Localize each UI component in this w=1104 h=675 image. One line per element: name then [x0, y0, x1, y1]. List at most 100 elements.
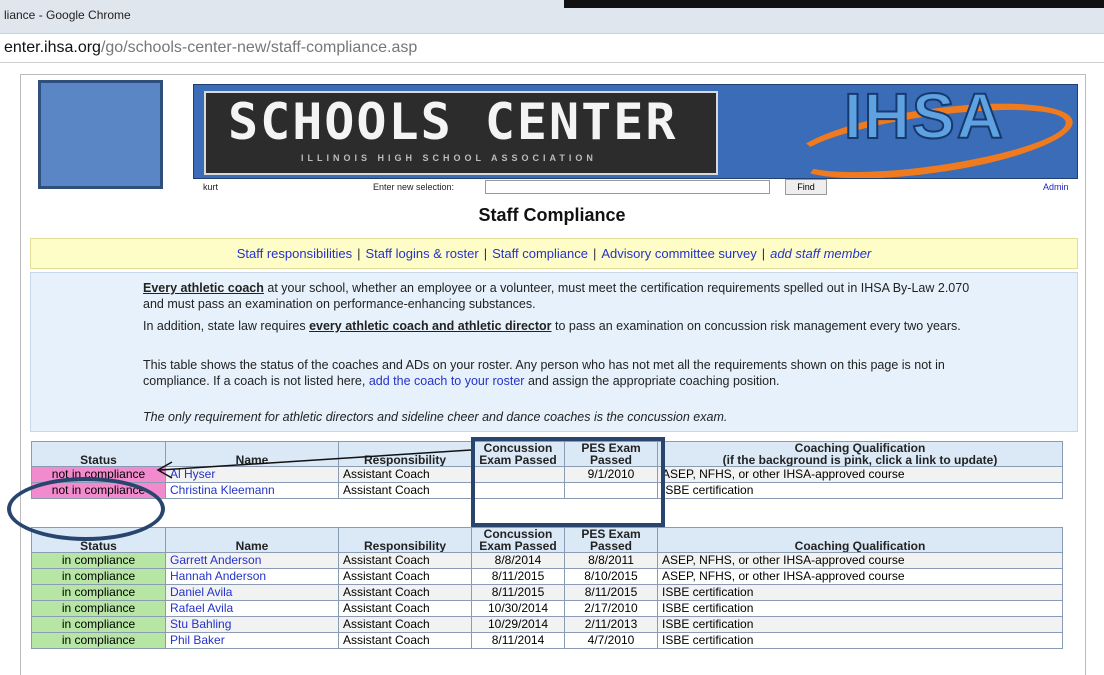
- col-responsibility: Responsibility: [338, 527, 472, 553]
- qualification-cell: ISBE certification: [657, 600, 1063, 617]
- pes-date-cell: 4/7/2010: [564, 632, 658, 649]
- responsibility-cell: Assistant Coach: [338, 568, 472, 585]
- add-coach-link[interactable]: add the coach to your roster: [369, 374, 525, 388]
- table-row: in compliance Daniel Avila Assistant Coach…: [31, 584, 1063, 601]
- coach-name-link[interactable]: Daniel Avila: [165, 584, 339, 601]
- responsibility-cell: Assistant Coach: [338, 584, 472, 601]
- qualification-cell: ISBE certification: [657, 632, 1063, 649]
- col-qualification: Coaching Qualification: [657, 527, 1063, 553]
- status-cell: in compliance: [31, 616, 166, 633]
- table-row: in compliance Rafael Avila Assistant Coach…: [31, 600, 1063, 617]
- info-text: and assign the appropriate coaching posi…: [524, 374, 780, 388]
- nav-separator: |: [761, 246, 766, 261]
- qualification-cell: ISBE certification: [657, 584, 1063, 601]
- table-row: in compliance Phil Baker Assistant Coach 8/…: [31, 632, 1063, 649]
- status-cell: in compliance: [31, 632, 166, 649]
- schools-center-banner[interactable]: SCHOOLS CENTER ILLINOIS HIGH SCHOOL ASSO…: [193, 84, 1078, 179]
- responsibility-cell: Assistant Coach: [338, 482, 472, 499]
- staff-nav-bar: Staff responsibilities | Staff logins & ro…: [30, 238, 1078, 269]
- url-host: enter.ihsa.org: [4, 39, 101, 56]
- coach-name-link[interactable]: Hannah Anderson: [165, 568, 339, 585]
- qualification-cell: ASEP, NFHS, or other IHSA-approved cours…: [657, 466, 1063, 483]
- nav-staff-compliance[interactable]: Staff compliance: [492, 246, 588, 261]
- compliant-body: in compliance Garrett Anderson Assistant C…: [31, 552, 1063, 649]
- annotation-highlight-ellipse: [7, 477, 165, 541]
- coach-name-link[interactable]: Garrett Anderson: [165, 552, 339, 569]
- concussion-date-cell: 8/11/2015: [471, 568, 565, 585]
- qualification-cell: ISBE certification: [657, 616, 1063, 633]
- url-path: /go/schools-center-new/staff-compliance.…: [100, 39, 418, 56]
- table-header-row: Status Name Responsibility Concussion Ex…: [31, 527, 1063, 553]
- col-name: Name: [165, 527, 339, 553]
- current-user: kurt: [203, 182, 219, 192]
- col-pes: PES Exam Passed: [564, 527, 658, 553]
- address-bar[interactable]: enter.ihsa.org/go/schools-center-new/sta…: [0, 34, 1104, 63]
- compliant-table: Status Name Responsibility Concussion Ex…: [31, 527, 1063, 649]
- banner-title-panel: SCHOOLS CENTER ILLINOIS HIGH SCHOOL ASSO…: [204, 91, 718, 175]
- responsibility-cell: Assistant Coach: [338, 466, 472, 483]
- responsibility-cell: Assistant Coach: [338, 616, 472, 633]
- table-row: in compliance Hannah Anderson Assistant Co…: [31, 568, 1063, 585]
- responsibility-cell: Assistant Coach: [338, 552, 472, 569]
- find-button[interactable]: Find: [785, 179, 827, 195]
- annotation-highlight-rect: [471, 437, 665, 527]
- nav-separator: |: [483, 246, 488, 261]
- coach-name-link[interactable]: Stu Bahling: [165, 616, 339, 633]
- school-logo-placeholder: [38, 80, 163, 189]
- status-cell: in compliance: [31, 568, 166, 585]
- col-qualification-note: (if the background is pink, click a link…: [722, 453, 998, 467]
- info-paragraph-1: Every athletic coach at your school, whe…: [143, 280, 973, 312]
- banner-title: SCHOOLS CENTER: [228, 93, 678, 151]
- info-paragraph-4: The only requirement for athletic direct…: [143, 410, 728, 424]
- qualification-cell: ASEP, NFHS, or other IHSA-approved cours…: [657, 552, 1063, 569]
- concussion-date-cell: 8/11/2015: [471, 584, 565, 601]
- col-status: Status: [31, 441, 166, 467]
- page-title: Staff Compliance: [478, 205, 626, 225]
- pes-date-cell: 8/11/2015: [564, 584, 658, 601]
- pes-date-cell: 8/8/2011: [564, 552, 658, 569]
- concussion-date-cell: 10/29/2014: [471, 616, 565, 633]
- ihsa-logo: IHSA: [843, 84, 1005, 153]
- info-bold-every-coach: Every athletic coach: [143, 281, 264, 295]
- pes-date-cell: 8/10/2015: [564, 568, 658, 585]
- concussion-date-cell: 8/11/2014: [471, 632, 565, 649]
- coach-name-link[interactable]: Phil Baker: [165, 632, 339, 649]
- nav-separator: |: [592, 246, 597, 261]
- status-cell: in compliance: [31, 552, 166, 569]
- col-name: Name: [165, 441, 339, 467]
- selection-label: Enter new selection:: [373, 182, 455, 192]
- pes-date-cell: 2/17/2010: [564, 600, 658, 617]
- table-row: in compliance Stu Bahling Assistant Coach 1…: [31, 616, 1063, 633]
- responsibility-cell: Assistant Coach: [338, 600, 472, 617]
- coach-name-link[interactable]: Rafael Avila: [165, 600, 339, 617]
- coach-name-link[interactable]: Christina Kleemann: [165, 482, 339, 499]
- concussion-date-cell: 8/8/2014: [471, 552, 565, 569]
- admin-link[interactable]: Admin: [1043, 182, 1069, 192]
- banner-subtitle: ILLINOIS HIGH SCHOOL ASSOCIATION: [301, 153, 597, 163]
- info-bold-coach-ad: every athletic coach and athletic direct…: [309, 319, 552, 333]
- selection-input[interactable]: [485, 180, 770, 194]
- concussion-date-cell: 10/30/2014: [471, 600, 565, 617]
- url-text[interactable]: enter.ihsa.org/go/schools-center-new/sta…: [4, 39, 417, 57]
- info-paragraph-3: This table shows the status of the coach…: [143, 357, 973, 389]
- selection-row: kurt Enter new selection: Find Admin: [193, 179, 1076, 196]
- qualification-cell: ASEP, NFHS, or other IHSA-approved cours…: [657, 568, 1063, 585]
- info-text: to pass an examination on concussion ris…: [551, 319, 961, 333]
- pes-date-cell: 2/11/2013: [564, 616, 658, 633]
- col-concussion: Concussion Exam Passed: [471, 527, 565, 553]
- col-qualification: Coaching Qualification (if the background…: [657, 441, 1063, 467]
- coach-name-link[interactable]: Al Hyser: [165, 466, 339, 483]
- nav-add-staff-member[interactable]: add staff member: [770, 246, 871, 261]
- nav-advisory-survey[interactable]: Advisory committee survey: [601, 246, 756, 261]
- nav-separator: |: [357, 246, 361, 261]
- compliance-info-box: Every athletic coach at your school, whe…: [30, 272, 1078, 432]
- status-cell: in compliance: [31, 600, 166, 617]
- responsibility-cell: Assistant Coach: [338, 632, 472, 649]
- info-text: In addition, state law requires: [143, 319, 310, 333]
- nav-staff-responsibilities[interactable]: Staff responsibilities: [237, 246, 352, 261]
- title-bar-dark-strip: [564, 0, 1104, 8]
- col-responsibility: Responsibility: [338, 441, 472, 467]
- table-row: in compliance Garrett Anderson Assistant C…: [31, 552, 1063, 569]
- info-text: at your school, whether an employee or a…: [143, 281, 970, 311]
- nav-staff-logins-roster[interactable]: Staff logins & roster: [366, 246, 479, 261]
